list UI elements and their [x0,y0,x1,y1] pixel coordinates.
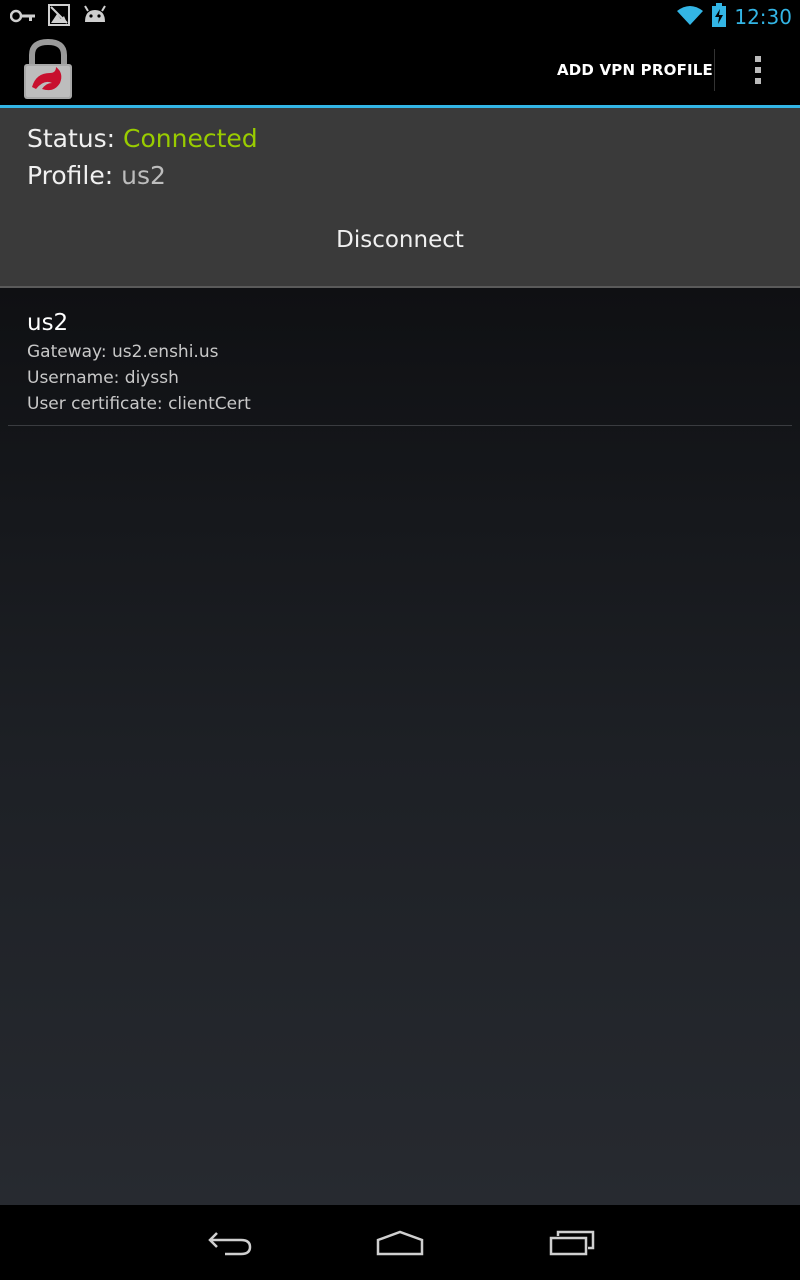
no-signal-image-icon [48,4,70,30]
battery-charging-icon [712,3,727,31]
disconnect-button[interactable]: Disconnect [0,218,800,262]
profile-certificate: User certificate: clientCert [27,394,251,414]
list-divider [8,425,792,426]
profile-label: Profile: [27,161,114,190]
status-row: Status: Connected [27,124,258,153]
vpn-status-panel: Status: Connected Profile: us2 Disconnec… [0,108,800,288]
strongswan-lock-icon[interactable] [20,38,76,101]
recent-apps-icon[interactable] [532,1221,612,1265]
notification-icons [9,4,108,30]
home-icon[interactable] [360,1221,440,1265]
wifi-icon [676,4,704,30]
system-status-icons: 12:30 [676,3,792,31]
back-icon[interactable] [190,1221,270,1265]
clock-time: 12:30 [734,5,792,29]
list-item[interactable]: us2 Gateway: us2.enshi.us Username: diys… [0,288,800,426]
profile-gateway: Gateway: us2.enshi.us [27,342,219,362]
overflow-menu-icon[interactable] [736,47,780,93]
profile-name: us2 [27,310,69,336]
status-value: Connected [123,124,258,153]
profile-username: Username: diyssh [27,368,179,388]
status-bar: 12:30 [0,0,800,33]
profile-row: Profile: us2 [27,161,166,190]
key-icon [9,8,36,27]
profile-list: us2 Gateway: us2.enshi.us Username: diys… [0,288,800,1205]
status-label: Status: [27,124,116,153]
add-vpn-profile-button[interactable]: ADD VPN PROFILE [556,47,714,93]
action-bar: ADD VPN PROFILE [0,33,800,105]
navigation-bar [0,1205,800,1280]
action-bar-divider [714,49,715,91]
profile-value: us2 [121,161,166,190]
android-debug-icon [82,5,108,29]
